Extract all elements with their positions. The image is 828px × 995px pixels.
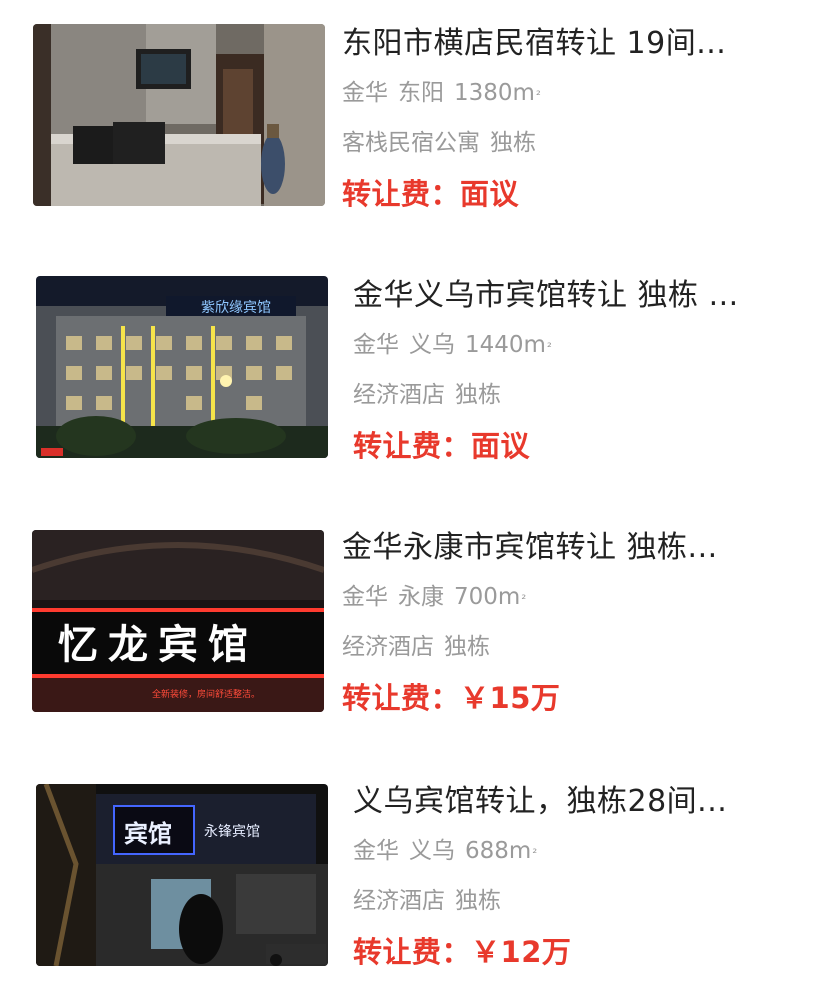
- listing-title[interactable]: 金华永康市宾馆转让 独栋...: [342, 528, 772, 568]
- listing-fee: 转让费：￥12万: [353, 932, 783, 972]
- listing-category: 经济酒店: [353, 888, 445, 914]
- listing-tags: 经济酒店 独栋: [342, 630, 772, 664]
- hotel-signboard-photo: 忆龙宾馆 全新装修，房间舒适整洁。: [32, 530, 324, 712]
- listing-fee: 转让费：面议: [342, 174, 772, 214]
- fee-value: 面议: [460, 177, 520, 211]
- listing-thumbnail[interactable]: 紫欣缘宾馆: [36, 276, 328, 458]
- listing-area: 688m²: [465, 838, 538, 864]
- listing-tags: 经济酒店 独栋: [353, 884, 783, 918]
- listing-category: 客栈民宿公寓: [342, 130, 480, 156]
- listing-location: 金华 义乌 688m²: [353, 834, 783, 868]
- listing-building-type: 独栋: [444, 634, 490, 660]
- hotel-night-facade-photo: 紫欣缘宾馆: [36, 276, 328, 458]
- listing-city: 金华: [342, 80, 388, 106]
- fee-value: 面议: [471, 429, 531, 463]
- hotel-entrance-night-photo: 宾馆 永锋宾馆: [36, 784, 328, 966]
- listing-card[interactable]: 宾馆 永锋宾馆 义乌宾馆转让，独栋28间... 金华 义乌 688m² 经济酒店 独栋…: [0, 776, 828, 976]
- fee-label: 转让费：: [342, 177, 461, 211]
- listing-thumbnail[interactable]: 忆龙宾馆 全新装修，房间舒适整洁。: [32, 530, 324, 712]
- fee-value: ￥12万: [471, 935, 572, 969]
- fee-value: ￥15万: [460, 681, 561, 715]
- listing-location: 金华 永康 700m²: [342, 580, 772, 614]
- listing-city: 金华: [353, 332, 399, 358]
- listing-building-type: 独栋: [455, 382, 501, 408]
- listing-fee: 转让费：￥15万: [342, 678, 772, 718]
- hotel-sign-text: 紫欣缘宾馆: [201, 300, 271, 316]
- fee-label: 转让费：: [353, 935, 472, 969]
- listing-area: 700m²: [454, 584, 527, 610]
- listing-list: 东阳市横店民宿转让 19间... 金华 东阳 1380m² 客栈民宿公寓 独栋 转让费…: [0, 0, 828, 995]
- listing-info: 义乌宾馆转让，独栋28间... 金华 义乌 688m² 经济酒店 独栋 转让费：￥12…: [353, 782, 783, 972]
- hotel-sign-text-2: 永锋宾馆: [204, 824, 260, 840]
- hostel-lobby-photo: [33, 24, 325, 206]
- listing-card[interactable]: 忆龙宾馆 全新装修，房间舒适整洁。 金华永康市宾馆转让 独栋... 金华 永康 70…: [0, 522, 828, 722]
- listing-location: 金华 东阳 1380m²: [342, 76, 772, 110]
- listing-area: 1440m²: [465, 332, 552, 358]
- listing-card[interactable]: 东阳市横店民宿转让 19间... 金华 东阳 1380m² 客栈民宿公寓 独栋 转让费…: [0, 18, 828, 218]
- fee-label: 转让费：: [342, 681, 461, 715]
- listing-card[interactable]: 紫欣缘宾馆 金华义乌市宾馆转让 独栋 ... 金华 义乌 1440m² 经济酒店 独栋…: [0, 266, 828, 466]
- listing-tags: 客栈民宿公寓 独栋: [342, 126, 772, 160]
- hotel-sign-text: 宾馆: [124, 820, 172, 848]
- listing-location: 金华 义乌 1440m²: [353, 328, 783, 362]
- listing-district: 永康: [398, 584, 444, 610]
- listing-category: 经济酒店: [353, 382, 445, 408]
- listing-title[interactable]: 金华义乌市宾馆转让 独栋 ...: [353, 276, 783, 316]
- listing-tags: 经济酒店 独栋: [353, 378, 783, 412]
- listing-district: 义乌: [409, 838, 455, 864]
- listing-city: 金华: [353, 838, 399, 864]
- listing-category: 经济酒店: [342, 634, 434, 660]
- fee-label: 转让费：: [353, 429, 472, 463]
- listing-city: 金华: [342, 584, 388, 610]
- listing-info: 东阳市横店民宿转让 19间... 金华 东阳 1380m² 客栈民宿公寓 独栋 转让费…: [342, 24, 772, 214]
- listing-info: 金华义乌市宾馆转让 独栋 ... 金华 义乌 1440m² 经济酒店 独栋 转让费：面…: [353, 276, 783, 466]
- listing-info: 金华永康市宾馆转让 独栋... 金华 永康 700m² 经济酒店 独栋 转让费：￥15…: [342, 528, 772, 718]
- listing-title[interactable]: 东阳市横店民宿转让 19间...: [342, 24, 772, 64]
- listing-building-type: 独栋: [455, 888, 501, 914]
- listing-thumbnail[interactable]: 宾馆 永锋宾馆: [36, 784, 328, 966]
- hotel-sign-subtext: 全新装修，房间舒适整洁。: [152, 688, 260, 700]
- listing-building-type: 独栋: [490, 130, 536, 156]
- listing-fee: 转让费：面议: [353, 426, 783, 466]
- listing-thumbnail[interactable]: [33, 24, 325, 206]
- hotel-sign-text: 忆龙宾馆: [58, 621, 258, 668]
- listing-area: 1380m²: [454, 80, 541, 106]
- listing-district: 东阳: [398, 80, 444, 106]
- listing-title[interactable]: 义乌宾馆转让，独栋28间...: [353, 782, 783, 822]
- listing-district: 义乌: [409, 332, 455, 358]
